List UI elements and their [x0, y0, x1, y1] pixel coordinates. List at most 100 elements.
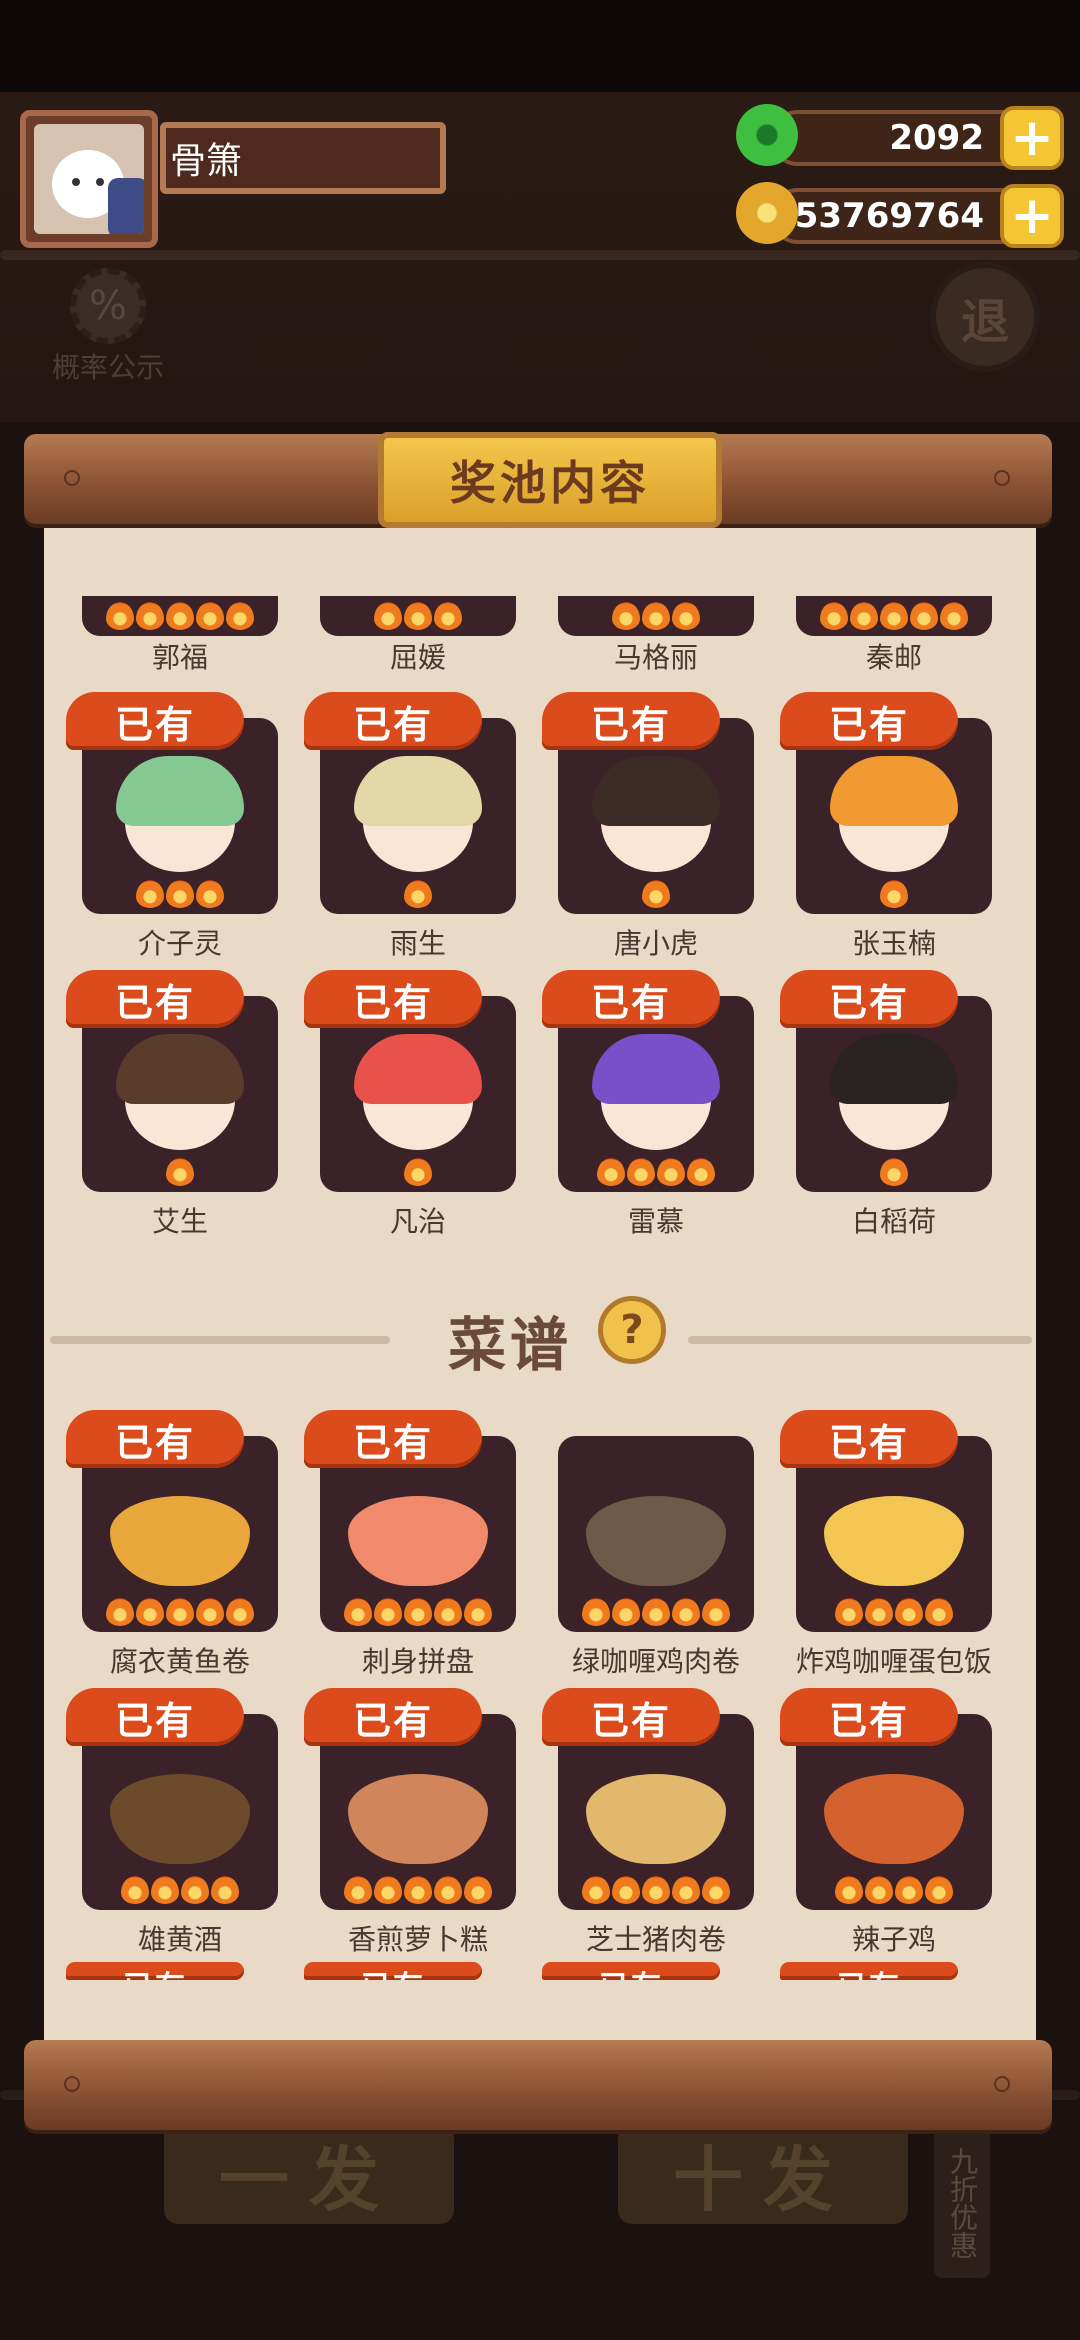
owned-tag: 已有 — [304, 1962, 482, 1980]
rarity-flames — [320, 1588, 516, 1632]
rarity-flames — [796, 1148, 992, 1192]
item-name: 炸鸡咖喱蛋包饭 — [795, 1645, 992, 1678]
rarity-flames — [82, 598, 278, 636]
chef-portrait — [592, 1034, 720, 1104]
ten-draw-button[interactable]: 十发 — [618, 2124, 908, 2224]
avatar — [34, 124, 144, 234]
discount-badge: 九折优惠 — [934, 2128, 990, 2278]
item-name: 秦邮 — [865, 641, 922, 674]
section-divider — [688, 1336, 1032, 1344]
chef-portrait — [830, 1034, 958, 1104]
dish-image — [586, 1496, 726, 1586]
chef-card[interactable] — [82, 596, 278, 636]
player-name: 骨箫 — [160, 122, 446, 194]
probability-label: 概率公示 — [51, 351, 164, 384]
item-name: 屈媛 — [389, 641, 446, 674]
item-name: 绿咖喱鸡肉卷 — [571, 1645, 740, 1678]
dish-image — [824, 1496, 964, 1586]
item-name: 介子灵 — [137, 927, 222, 960]
dish-image — [348, 1774, 488, 1864]
item-name: 张玉楠 — [851, 927, 936, 960]
item-name: 雷慕 — [627, 1205, 684, 1238]
owned-tag: 已有 — [780, 970, 958, 1028]
owned-tag: 已有 — [66, 1688, 244, 1746]
owned-tag: 已有 — [542, 970, 720, 1028]
rarity-flames — [320, 870, 516, 914]
pool-title: 奖池内容 — [378, 432, 722, 528]
scroll-rod-bottom — [24, 2040, 1052, 2130]
help-icon[interactable]: ? — [598, 1296, 666, 1364]
chef-portrait — [116, 1034, 244, 1104]
status-area — [0, 0, 1080, 92]
rarity-flames — [558, 598, 754, 636]
rarity-flames — [82, 1148, 278, 1192]
item-name: 芝士猪肉卷 — [585, 1923, 726, 1956]
chef-portrait — [592, 756, 720, 826]
item-name: 辣子鸡 — [851, 1923, 936, 1956]
add-jade-button[interactable]: + — [1000, 106, 1064, 170]
single-draw-button[interactable]: 一发 — [164, 2124, 454, 2224]
owned-tag: 已有 — [780, 1688, 958, 1746]
dish-image — [824, 1774, 964, 1864]
recipe-card[interactable] — [558, 1436, 754, 1632]
item-name: 香煎萝卜糕 — [347, 1923, 488, 1956]
rarity-flames — [558, 870, 754, 914]
item-name: 艾生 — [151, 1205, 208, 1238]
exit-button[interactable]: 退 — [930, 262, 1040, 372]
background-rail — [0, 250, 1080, 260]
rarity-flames — [320, 1148, 516, 1192]
owned-tag: 已有 — [304, 970, 482, 1028]
dish-image — [110, 1496, 250, 1586]
percent-icon: % — [70, 268, 146, 344]
item-name: 郭福 — [151, 641, 208, 674]
jade-icon — [736, 104, 798, 166]
item-name: 凡治 — [389, 1205, 446, 1238]
chef-card[interactable] — [320, 596, 516, 636]
owned-tag: 已有 — [66, 1410, 244, 1468]
chef-portrait — [116, 756, 244, 826]
owned-tag: 已有 — [542, 1962, 720, 1980]
coin-counter: 53769764 — [770, 188, 1034, 244]
rarity-flames — [796, 1588, 992, 1632]
add-coins-button[interactable]: + — [1000, 184, 1064, 248]
owned-tag: 已有 — [780, 1410, 958, 1468]
item-name: 马格丽 — [613, 641, 698, 674]
chef-card[interactable] — [558, 596, 754, 636]
owned-tag: 已有 — [66, 692, 244, 750]
chef-portrait — [830, 756, 958, 826]
probability-button[interactable]: % 概率公示 — [38, 268, 178, 388]
rarity-flames — [558, 1866, 754, 1910]
owned-tag: 已有 — [542, 1688, 720, 1746]
rarity-flames — [82, 1866, 278, 1910]
rarity-flames — [82, 870, 278, 914]
rarity-flames — [82, 1588, 278, 1632]
item-name: 雄黄酒 — [137, 1923, 222, 1956]
item-name: 雨生 — [389, 927, 446, 960]
owned-tag: 已有 — [780, 692, 958, 750]
item-name: 刺身拼盘 — [361, 1645, 474, 1678]
rarity-flames — [796, 870, 992, 914]
owned-tag: 已有 — [304, 1688, 482, 1746]
jade-counter: 2092 — [770, 110, 1034, 166]
owned-tag: 已有 — [780, 1962, 958, 1980]
item-name: 白稻荷 — [851, 1205, 936, 1238]
rarity-flames — [320, 598, 516, 636]
rarity-flames — [796, 598, 992, 636]
owned-tag: 已有 — [542, 692, 720, 750]
owned-tag: 已有 — [304, 692, 482, 750]
dish-image — [586, 1774, 726, 1864]
section-divider — [50, 1336, 390, 1344]
recipes-section-title: 菜谱 — [448, 1311, 573, 1379]
chef-card[interactable] — [796, 596, 992, 636]
rarity-flames — [558, 1588, 754, 1632]
rarity-flames — [320, 1866, 516, 1910]
owned-tag: 已有 — [66, 1962, 244, 1980]
rarity-flames — [558, 1148, 754, 1192]
dish-image — [348, 1496, 488, 1586]
item-name: 唐小虎 — [613, 927, 698, 960]
owned-tag: 已有 — [304, 1410, 482, 1468]
chef-portrait — [354, 1034, 482, 1104]
player-avatar[interactable] — [20, 110, 158, 248]
owned-tag: 已有 — [66, 970, 244, 1028]
rarity-flames — [796, 1866, 992, 1910]
